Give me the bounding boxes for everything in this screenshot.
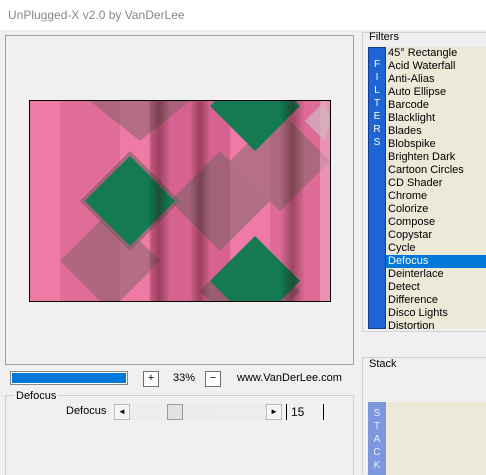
filter-item[interactable]: Compose xyxy=(386,216,486,229)
filter-item[interactable]: Cartoon Circles xyxy=(386,164,486,177)
filter-item[interactable]: Chrome xyxy=(386,190,486,203)
filter-item[interactable]: Auto Ellipse xyxy=(386,86,486,99)
stack-tab[interactable]: STACK xyxy=(368,402,386,475)
filter-item[interactable]: Blades xyxy=(386,125,486,138)
preview-panel xyxy=(5,35,354,365)
filter-item[interactable]: Deinterlace xyxy=(386,268,486,281)
zoom-level: 33% xyxy=(173,372,196,384)
filter-item[interactable]: Blacklight xyxy=(386,112,486,125)
defocus-slider[interactable]: ◄ ► xyxy=(114,404,282,420)
filter-item[interactable]: Colorize xyxy=(386,203,486,216)
filter-item[interactable]: Acid Waterfall xyxy=(386,60,486,73)
progress-fill xyxy=(12,373,126,383)
title-bar: UnPlugged-X v2.0 by VanDerLee xyxy=(0,0,486,30)
filters-tab[interactable]: FILTERS xyxy=(368,47,386,329)
filter-item[interactable]: Disco Lights xyxy=(386,307,486,320)
filter-item[interactable]: Cycle xyxy=(386,242,486,255)
filter-item[interactable]: Copystar xyxy=(386,229,486,242)
defocus-value-field[interactable]: 15 xyxy=(286,404,324,420)
zoom-out-button[interactable]: − xyxy=(205,371,221,387)
filter-item[interactable]: CD Shader xyxy=(386,177,486,190)
slider-left-arrow-icon[interactable]: ◄ xyxy=(114,404,130,420)
stack-group-title: Stack xyxy=(369,358,397,370)
tab-letter: S xyxy=(373,408,381,419)
preview-graphic xyxy=(30,101,330,301)
tab-letter: E xyxy=(373,111,381,122)
tab-letter: T xyxy=(373,98,381,109)
tab-letter: S xyxy=(373,137,381,148)
defocus-slider-label: Defocus xyxy=(66,405,107,417)
filter-list[interactable]: 45° Rectangle Acid Waterfall Anti-Alias Aut… xyxy=(386,47,486,329)
tab-letter: C xyxy=(373,447,381,458)
zoom-in-button[interactable]: + xyxy=(143,371,159,387)
filter-item[interactable]: Distortion xyxy=(386,320,486,329)
progress-bar xyxy=(10,371,128,385)
window-title: UnPlugged-X v2.0 by VanDerLee xyxy=(8,8,185,22)
filter-item[interactable]: Detect xyxy=(386,281,486,294)
tab-letter: R xyxy=(373,124,381,135)
slider-thumb[interactable] xyxy=(167,404,184,420)
filter-item-selected[interactable]: Defocus xyxy=(386,255,486,268)
filters-group: Filters FILTERS 45° Rectangle Acid Waterf… xyxy=(362,31,486,332)
filter-item[interactable]: Brighten Dark xyxy=(386,151,486,164)
tab-letter: I xyxy=(375,72,379,83)
tab-letter: L xyxy=(374,85,380,96)
preview-controls: + 33% − www.VanDerLee.com xyxy=(5,367,354,389)
filters-group-title: Filters xyxy=(369,31,399,43)
tab-letter: F xyxy=(373,59,381,70)
tab-letter: A xyxy=(373,434,381,445)
slider-right-arrow-icon[interactable]: ► xyxy=(266,404,282,420)
effect-group-title: Defocus xyxy=(14,390,59,402)
filter-item[interactable]: Blobspike xyxy=(386,138,486,151)
slider-track[interactable] xyxy=(130,404,266,420)
filter-item[interactable]: Difference xyxy=(386,294,486,307)
effect-settings-group: Defocus Defocus ◄ ► 15 xyxy=(5,390,354,475)
tab-letter: K xyxy=(373,460,381,471)
preview-image[interactable] xyxy=(29,100,331,302)
filter-item[interactable]: Anti-Alias xyxy=(386,73,486,86)
website-link[interactable]: www.VanDerLee.com xyxy=(237,372,342,384)
stack-group: Stack STACK xyxy=(362,357,486,475)
filter-item[interactable]: 45° Rectangle xyxy=(386,47,486,60)
stack-list[interactable] xyxy=(386,402,486,475)
filter-item[interactable]: Barcode xyxy=(386,99,486,112)
tab-letter: T xyxy=(373,421,381,432)
